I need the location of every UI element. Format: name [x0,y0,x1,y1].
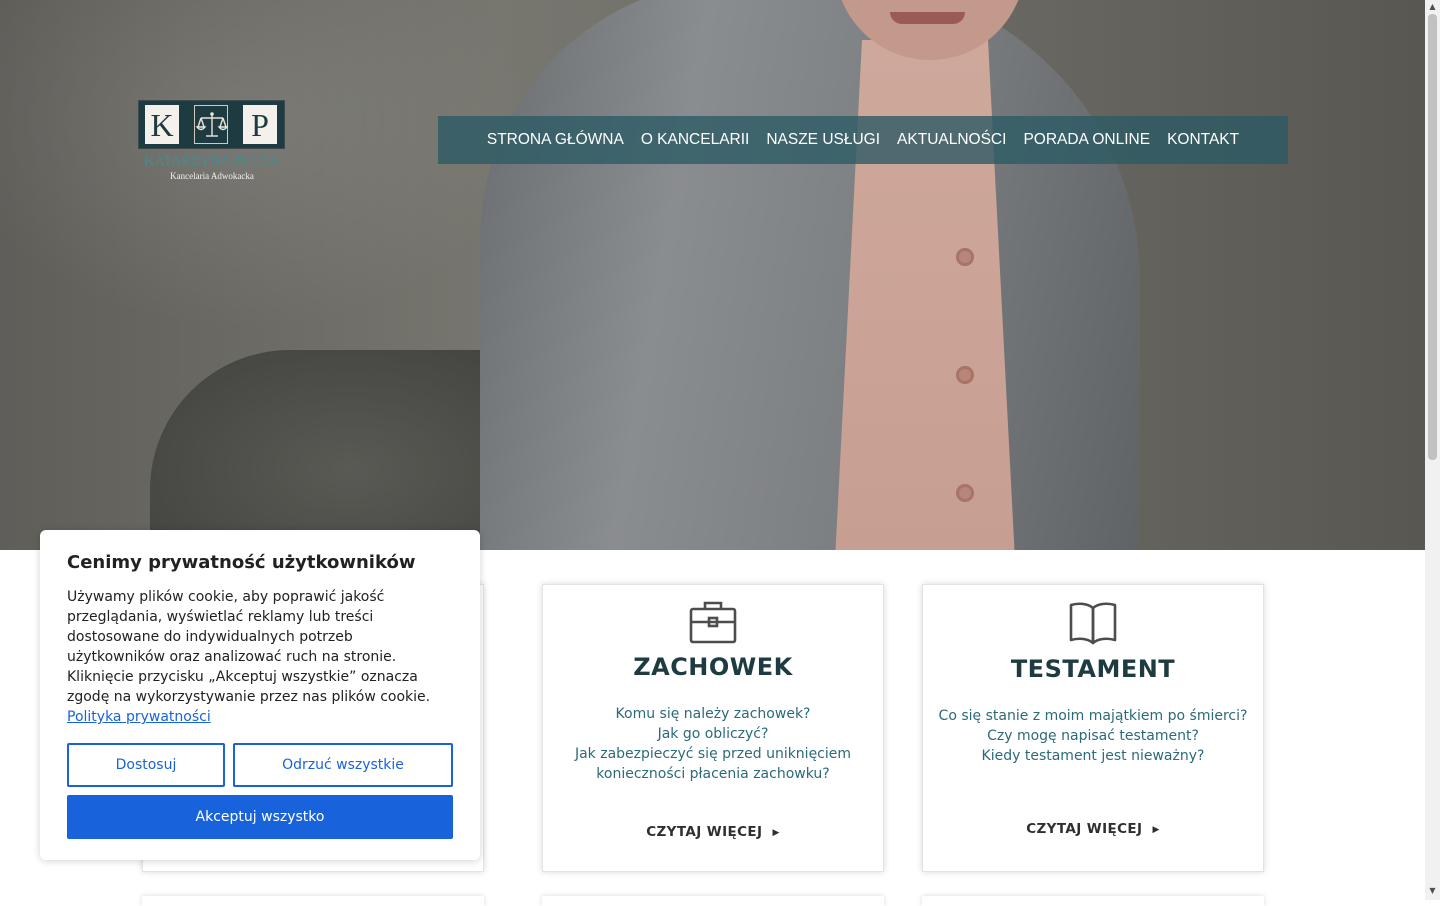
accept-all-button[interactable]: Akceptuj wszystko [67,795,453,839]
hero-lips [890,12,965,24]
open-book-icon [923,600,1263,650]
service-card-zachowek: ZACHOWEK Komu się należy zachowek? Jak g… [542,584,884,872]
card-text-line: Czy mogę napisać testament? [987,728,1199,744]
scroll-up-icon[interactable]: ▲ [1425,0,1440,14]
logo-subtitle: Kancelaria Adwokacka [170,171,254,181]
briefcase-icon [543,600,883,650]
card-title: ZACHOWEK [633,653,793,681]
logo-mark: K P [138,100,285,149]
card-next-row [142,896,484,906]
cookie-consent-banner: Cenimy prywatność użytkowników Używamy p… [40,530,480,860]
card-text-line: konieczności płacenia zachowku? [596,766,830,782]
nav-item-services[interactable]: NASZE USŁUGI [766,131,880,149]
card-text-line: Kiedy testament jest nieważny? [981,748,1205,764]
card-text-line: Komu się należy zachowek? [615,706,811,722]
read-more-link[interactable]: CZYTAJ WIĘCEJ ▶ [543,824,883,840]
card-next-row [922,896,1264,906]
card-description: Komu się należy zachowek? Jak go obliczy… [563,704,863,784]
card-text-line: Jak zabezpieczyć się przed uniknięciem [574,746,852,762]
shirt-button [956,484,974,502]
site-logo[interactable]: K P KATARZYNA PLUTA Kancelaria Adwokacka [138,100,286,184]
shirt-button [956,366,974,384]
service-card-testament: TESTAMENT Co się stanie z moim majątkiem… [922,584,1264,872]
hero-banner [0,0,1425,550]
logo-name: KATARZYNA PLUTA [144,154,280,169]
logo-letter-p: P [243,105,277,144]
logo-letter-k: K [145,105,179,144]
scales-of-justice-icon [194,105,229,144]
card-next-row [542,896,884,906]
cookie-description: Używamy plików cookie, aby poprawić jako… [67,587,447,727]
card-text-line: Jak go obliczyć? [657,726,769,742]
caret-right-icon: ▶ [1152,825,1160,835]
card-description: Co się stanie z moim majątkiem po śmierc… [933,706,1253,766]
privacy-policy-link[interactable]: Polityka prywatności [67,709,211,725]
cookie-text: Używamy plików cookie, aby poprawić jako… [67,589,431,705]
reject-all-button[interactable]: Odrzuć wszystkie [233,743,453,787]
nav-item-contact[interactable]: KONTAKT [1167,131,1239,149]
nav-item-news[interactable]: AKTUALNOŚCI [897,131,1006,149]
main-navigation: STRONA GŁÓWNA O KANCELARII NASZE USŁUGI … [438,116,1288,164]
card-title: TESTAMENT [1010,655,1176,683]
read-more-link[interactable]: CZYTAJ WIĘCEJ ▶ [923,821,1263,837]
nav-item-online-advice[interactable]: PORADA ONLINE [1023,131,1150,149]
caret-right-icon: ▶ [772,828,780,838]
read-more-label: CZYTAJ WIĘCEJ [646,824,763,840]
page-scrollbar[interactable]: ▲ ▼ [1425,0,1440,900]
nav-item-home[interactable]: STRONA GŁÓWNA [487,131,624,149]
scroll-thumb[interactable] [1428,14,1437,460]
scroll-down-icon[interactable]: ▼ [1425,884,1440,898]
nav-item-about[interactable]: O KANCELARII [641,131,750,149]
card-text-line: Co się stanie z moim majątkiem po śmierc… [938,708,1248,724]
read-more-label: CZYTAJ WIĘCEJ [1026,821,1143,837]
cookie-title: Cenimy prywatność użytkowników [67,552,416,573]
hero-jacket [480,0,1140,550]
shirt-button [956,248,974,266]
customize-button[interactable]: Dostosuj [67,743,225,787]
